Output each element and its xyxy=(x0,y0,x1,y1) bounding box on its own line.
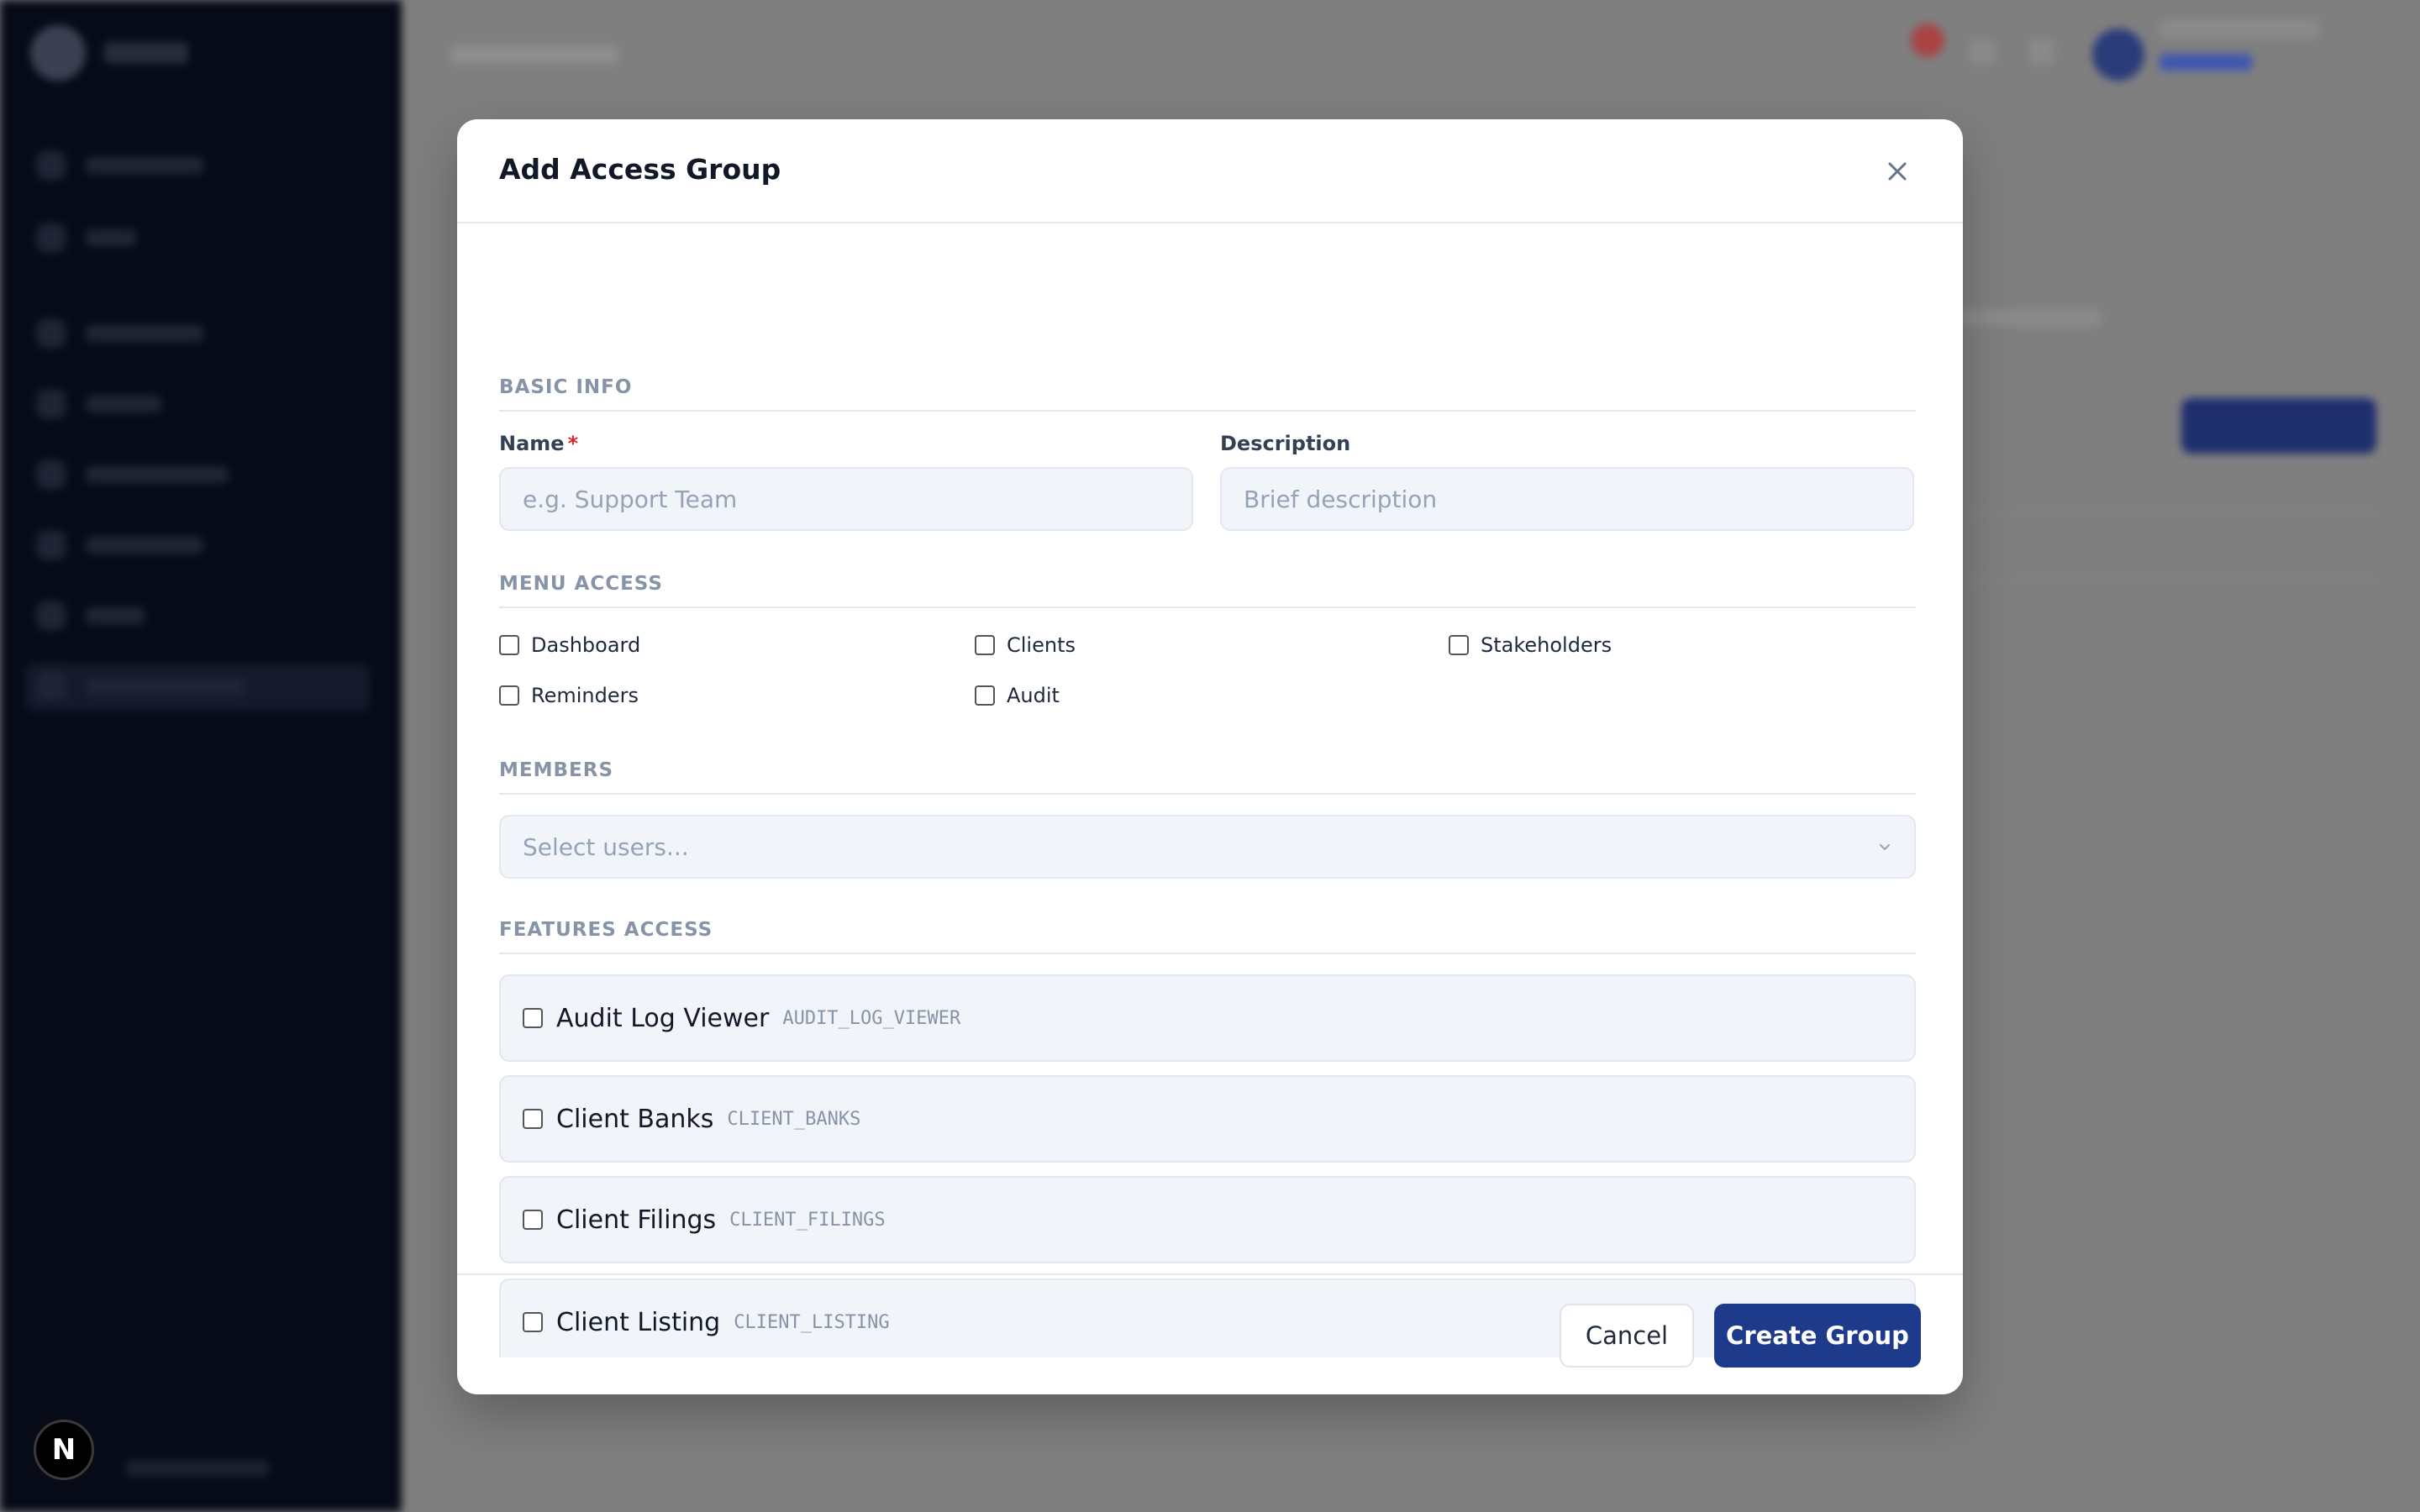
menu-checkbox-dashboard[interactable]: Dashboard xyxy=(499,633,640,657)
close-icon xyxy=(1888,162,1907,181)
checkbox[interactable] xyxy=(975,635,995,655)
checkbox-label: Stakeholders xyxy=(1481,633,1612,657)
section-title-menu-access: MENU ACCESS xyxy=(499,573,663,595)
sidebar-item-icon xyxy=(37,390,66,418)
description-label: Description xyxy=(1220,432,1351,455)
checkbox[interactable] xyxy=(499,685,519,706)
sidebar-item-label xyxy=(86,607,145,624)
members-select-placeholder: Select users... xyxy=(523,832,689,861)
checkbox[interactable] xyxy=(499,635,519,655)
sidebar-item-icon xyxy=(37,531,66,559)
settings-icon xyxy=(2028,39,2054,64)
sidebar-item xyxy=(37,223,136,252)
sidebar-item-label xyxy=(86,466,229,483)
name-label: Name * xyxy=(499,432,578,455)
sidebar-item xyxy=(37,319,203,348)
help-icon xyxy=(1970,39,1995,64)
name-input[interactable] xyxy=(499,467,1193,531)
name-label-text: Name xyxy=(499,432,565,455)
sidebar-item-icon xyxy=(37,460,66,489)
background-divider xyxy=(1963,512,2375,514)
modal-title: Add Access Group xyxy=(499,153,781,186)
feature-code: AUDIT_LOG_VIEWER xyxy=(782,1007,961,1029)
cancel-button[interactable]: Cancel xyxy=(1560,1304,1694,1368)
checkbox[interactable] xyxy=(1449,635,1469,655)
menu-checkbox-clients[interactable]: Clients xyxy=(975,633,1076,657)
sidebar-item-icon xyxy=(37,319,66,348)
feature-code: CLIENT_FILINGS xyxy=(729,1209,886,1231)
checkbox-label: Dashboard xyxy=(531,633,641,657)
sidebar-item xyxy=(37,601,145,630)
checkbox[interactable] xyxy=(523,1008,543,1028)
sidebar-item xyxy=(37,531,203,559)
section-title-features-access: FEATURES ACCESS xyxy=(499,919,713,941)
sidebar-item xyxy=(37,151,203,180)
user-role xyxy=(2160,54,2252,71)
sidebar-item xyxy=(37,460,229,489)
modal-header: Add Access Group xyxy=(457,119,1963,223)
user-name xyxy=(2160,18,2319,39)
app-logo-text xyxy=(104,42,188,64)
background-divider xyxy=(1963,580,2375,581)
breadcrumb xyxy=(450,45,618,64)
app-logo xyxy=(30,25,86,81)
sidebar-item-label xyxy=(86,537,203,554)
sidebar xyxy=(0,0,402,1512)
menu-checkbox-reminders[interactable]: Reminders xyxy=(499,684,639,707)
checkbox[interactable] xyxy=(523,1210,543,1230)
checkbox-label: Reminders xyxy=(531,684,639,707)
checkbox[interactable] xyxy=(975,685,995,706)
background-primary-button xyxy=(2181,398,2376,454)
feature-name: Audit Log Viewer xyxy=(556,1003,770,1033)
n-badge-letter: N xyxy=(51,1433,76,1467)
menu-checkbox-stakeholders[interactable]: Stakeholders xyxy=(1449,633,1612,657)
sidebar-footer xyxy=(126,1460,269,1477)
members-select[interactable]: Select users... xyxy=(499,815,1916,879)
close-button[interactable] xyxy=(1884,158,1911,185)
sidebar-item xyxy=(37,390,161,418)
section-divider xyxy=(499,953,1916,954)
checkbox-label: Audit xyxy=(1007,684,1060,707)
section-divider xyxy=(499,410,1916,412)
menu-checkbox-audit[interactable]: Audit xyxy=(975,684,1060,707)
notification-icon xyxy=(1911,24,1944,57)
sidebar-item-icon xyxy=(37,601,66,630)
feature-row-client-filings[interactable]: Client Filings CLIENT_FILINGS xyxy=(499,1176,1916,1263)
n-badge[interactable]: N xyxy=(34,1420,94,1480)
sidebar-item-label xyxy=(86,229,136,246)
feature-code: CLIENT_BANKS xyxy=(727,1108,861,1130)
sidebar-item-label xyxy=(86,678,245,695)
feature-row-client-banks[interactable]: Client Banks CLIENT_BANKS xyxy=(499,1075,1916,1163)
sidebar-item xyxy=(37,672,245,701)
checkbox[interactable] xyxy=(523,1109,543,1129)
feature-name: Client Banks xyxy=(556,1104,714,1134)
sidebar-item-icon xyxy=(37,672,66,701)
section-title-basic-info: BASIC INFO xyxy=(499,376,633,398)
section-divider xyxy=(499,606,1916,608)
section-divider xyxy=(499,793,1916,795)
sidebar-item-label xyxy=(86,396,161,412)
chevron-down-icon xyxy=(1880,844,1890,850)
avatar xyxy=(2092,29,2144,81)
required-mark: * xyxy=(567,432,579,455)
modal-body: BASIC INFO Name* Description MENU ACCESS… xyxy=(499,223,1916,1357)
sidebar-item-label xyxy=(86,157,203,174)
add-access-group-modal: Add Access Group BASIC INFO Name* Descri… xyxy=(457,119,1963,1394)
sidebar-item-label xyxy=(86,325,203,342)
sidebar-item-icon xyxy=(37,223,66,252)
sidebar-item-icon xyxy=(37,151,66,180)
create-group-button[interactable]: Create Group xyxy=(1714,1304,1921,1368)
section-title-members: MEMBERS xyxy=(499,759,614,781)
checkbox-label: Clients xyxy=(1007,633,1076,657)
feature-name: Client Filings xyxy=(556,1205,717,1235)
modal-footer: Cancel Create Group xyxy=(457,1273,1963,1394)
description-input[interactable] xyxy=(1220,467,1914,531)
feature-row-audit-log-viewer[interactable]: Audit Log Viewer AUDIT_LOG_VIEWER xyxy=(499,974,1916,1062)
